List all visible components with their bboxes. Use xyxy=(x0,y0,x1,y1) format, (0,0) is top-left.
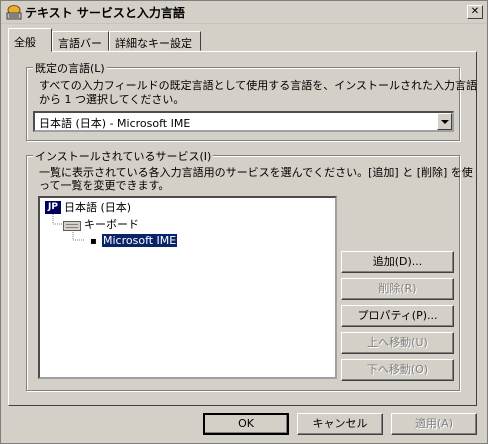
tab-label: 全般 xyxy=(14,36,36,49)
add-button[interactable]: 追加(D)... xyxy=(341,251,454,273)
window-title: テキスト サービスと入力言語 xyxy=(25,6,185,20)
tab-general[interactable]: 全般 xyxy=(8,28,52,52)
default-language-select[interactable]: 日本語 (日本) - Microsoft IME xyxy=(33,111,454,132)
default-language-legend: 既定の言語(L) xyxy=(33,60,107,76)
tree-item-service[interactable]: Microsoft IME xyxy=(102,234,178,247)
default-language-value: 日本語 (日本) - Microsoft IME xyxy=(39,117,191,130)
installed-services-description-1: 一覧に表示されている各入力言語用のサービスを選んでください。[追加] と [削除… xyxy=(39,166,473,179)
close-icon: ✕ xyxy=(470,6,480,17)
dialog-window: テキスト サービスと入力言語 ✕ 全般 言語バー 詳細なキー設定 既定の言語(L… xyxy=(0,0,488,444)
tab-advanced-key-settings[interactable]: 詳細なキー設定 xyxy=(109,31,201,51)
move-down-button[interactable]: 下へ移動(O) xyxy=(341,359,454,381)
ok-button[interactable]: OK xyxy=(203,413,289,435)
chevron-down-icon[interactable] xyxy=(437,113,452,130)
keyboard-icon xyxy=(63,221,81,231)
tree-item-category[interactable]: キーボード xyxy=(84,218,139,231)
move-up-button[interactable]: 上へ移動(U) xyxy=(341,332,454,354)
tab-label: 言語バー xyxy=(58,37,102,50)
properties-button[interactable]: プロパティ(P)... xyxy=(341,305,454,327)
apply-button[interactable]: 適用(A) xyxy=(391,413,477,435)
cancel-button[interactable]: キャンセル xyxy=(297,413,383,435)
installed-services-description-2: って一覧を変更できます。 xyxy=(39,179,170,192)
services-tree[interactable]: JP 日本語 (日本) キーボード ▪ Microsoft IME xyxy=(38,196,337,379)
bullet-icon: ▪ xyxy=(90,236,97,247)
installed-services-legend: インストールされているサービス(I) xyxy=(33,148,214,164)
remove-button[interactable]: 削除(R) xyxy=(341,278,454,300)
tab-label: 詳細なキー設定 xyxy=(115,37,192,50)
default-language-description-2: から 1 つ選択してください。 xyxy=(39,93,185,106)
default-language-description-1: すべての入力フィールドの既定言語として使用する言語を、インストールされた入力言語 xyxy=(39,79,478,92)
close-button[interactable]: ✕ xyxy=(467,5,483,19)
keyboard-globe-icon xyxy=(6,5,22,20)
tab-language-bar[interactable]: 言語バー xyxy=(52,31,109,51)
title-bar: テキスト サービスと入力言語 ✕ xyxy=(1,1,487,24)
